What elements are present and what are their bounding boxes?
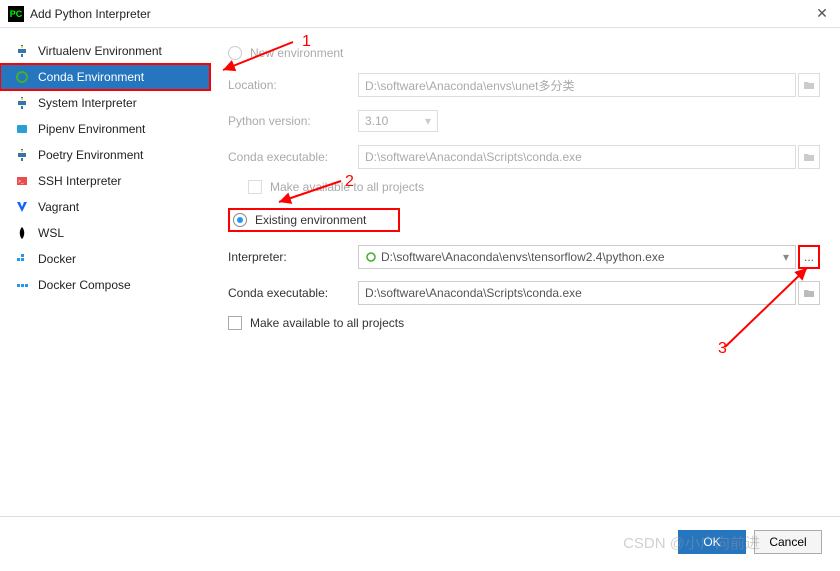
existing-env-radio-row[interactable]: Existing environment xyxy=(228,208,400,232)
python-version-select: 3.10 ▾ xyxy=(358,110,438,132)
make-available-checkbox-top xyxy=(248,180,262,194)
folder-icon xyxy=(803,288,815,298)
conda-icon xyxy=(365,251,377,263)
sidebar-item-label: WSL xyxy=(38,226,64,240)
interpreter-label: Interpreter: xyxy=(228,250,358,264)
sidebar-item-conda[interactable]: Conda Environment xyxy=(0,64,210,90)
radio-icon[interactable] xyxy=(228,46,242,60)
location-input: D:\software\Anaconda\envs\unet多分类 xyxy=(358,73,796,97)
make-available-label-top: Make available to all projects xyxy=(270,180,424,194)
pycharm-logo-icon: PC xyxy=(8,6,24,22)
folder-icon xyxy=(803,152,815,162)
sidebar-item-label: Pipenv Environment xyxy=(38,122,145,136)
titlebar: PC Add Python Interpreter ✕ xyxy=(0,0,840,28)
conda-exec-browse-bottom[interactable] xyxy=(798,281,820,305)
docker-compose-icon xyxy=(14,277,30,293)
new-env-radio-row[interactable]: New environment xyxy=(228,46,820,60)
ok-button[interactable]: OK xyxy=(678,530,746,554)
svg-text:>_: >_ xyxy=(18,179,24,185)
interpreter-browse-button[interactable]: ... xyxy=(798,245,820,269)
ssh-icon: >_ xyxy=(14,173,30,189)
sidebar-item-virtualenv[interactable]: Virtualenv Environment xyxy=(0,38,210,64)
radio-icon[interactable] xyxy=(233,213,247,227)
sidebar: Virtualenv Environment Conda Environment… xyxy=(0,28,210,516)
conda-icon xyxy=(14,69,30,85)
sidebar-item-label: Docker Compose xyxy=(38,278,131,292)
close-button[interactable]: ✕ xyxy=(812,4,832,24)
location-label: Location: xyxy=(228,78,358,92)
existing-env-label: Existing environment xyxy=(255,213,366,227)
sidebar-item-docker-compose[interactable]: Docker Compose xyxy=(0,272,210,298)
sidebar-item-label: Poetry Environment xyxy=(38,148,143,162)
docker-icon xyxy=(14,251,30,267)
interpreter-select[interactable]: D:\software\Anaconda\envs\tensorflow2.4\… xyxy=(358,245,796,269)
python-icon xyxy=(14,43,30,59)
sidebar-item-label: Conda Environment xyxy=(38,70,144,84)
sidebar-item-system[interactable]: System Interpreter xyxy=(0,90,210,116)
sidebar-item-poetry[interactable]: Poetry Environment xyxy=(0,142,210,168)
sidebar-item-pipenv[interactable]: Pipenv Environment xyxy=(0,116,210,142)
new-env-label: New environment xyxy=(250,46,343,60)
sidebar-item-vagrant[interactable]: Vagrant xyxy=(0,194,210,220)
vagrant-icon xyxy=(14,199,30,215)
conda-exec-input-top: D:\software\Anaconda\Scripts\conda.exe xyxy=(358,145,796,169)
chevron-down-icon: ▾ xyxy=(425,114,431,128)
folder-icon xyxy=(803,80,815,90)
sidebar-item-wsl[interactable]: WSL xyxy=(0,220,210,246)
conda-exec-browse-top xyxy=(798,145,820,169)
sidebar-item-docker[interactable]: Docker xyxy=(0,246,210,272)
python-icon xyxy=(14,95,30,111)
conda-exec-input-bottom[interactable]: D:\software\Anaconda\Scripts\conda.exe xyxy=(358,281,796,305)
dialog-footer: OK Cancel xyxy=(0,516,840,566)
python-version-label: Python version: xyxy=(228,114,358,128)
sidebar-item-label: SSH Interpreter xyxy=(38,174,121,188)
sidebar-item-label: Docker xyxy=(38,252,76,266)
window-title: Add Python Interpreter xyxy=(30,7,151,21)
location-browse-button xyxy=(798,73,820,97)
make-available-checkbox-bottom[interactable] xyxy=(228,316,242,330)
sidebar-item-label: System Interpreter xyxy=(38,96,137,110)
wsl-icon xyxy=(14,225,30,241)
sidebar-item-ssh[interactable]: >_ SSH Interpreter xyxy=(0,168,210,194)
sidebar-item-label: Vagrant xyxy=(38,200,79,214)
conda-exec-label-top: Conda executable: xyxy=(228,150,358,164)
make-available-label-bottom: Make available to all projects xyxy=(250,316,404,330)
poetry-icon xyxy=(14,147,30,163)
conda-exec-label-bottom: Conda executable: xyxy=(228,286,358,300)
cancel-button[interactable]: Cancel xyxy=(754,530,822,554)
pipenv-icon xyxy=(14,121,30,137)
chevron-down-icon[interactable]: ▾ xyxy=(783,250,789,264)
sidebar-item-label: Virtualenv Environment xyxy=(38,44,162,58)
content-panel: New environment Location: D:\software\An… xyxy=(210,28,840,516)
